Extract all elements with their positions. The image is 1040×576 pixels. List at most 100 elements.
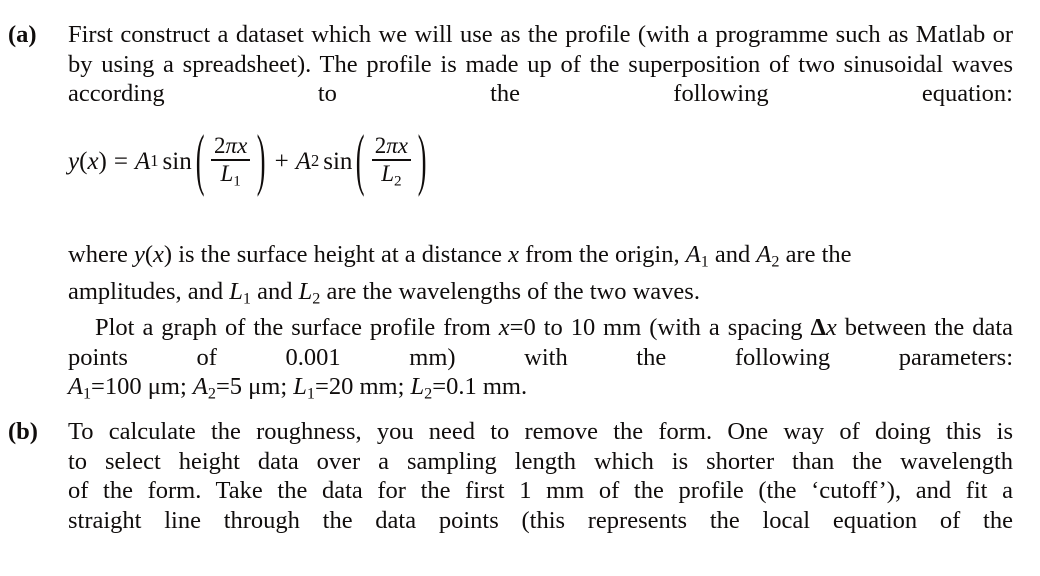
where-sub-L1: 1 xyxy=(242,290,251,308)
param-A1-value: 100 xyxy=(104,373,142,400)
term2-paren-open: ( xyxy=(356,124,365,199)
item-b-body: To calculate the roughness, you need to … xyxy=(68,417,1013,535)
item-b-line-3-number: 1 xyxy=(519,477,532,504)
where-line2-seg-3: are the wavelengths of the two waves. xyxy=(320,278,700,306)
equation-lhs-function: y xyxy=(68,147,80,175)
param-L2-value: 0.1 xyxy=(446,373,477,400)
equation-equals-sign: = xyxy=(113,147,128,175)
plot-var-x: x xyxy=(498,314,510,341)
param-L1-separator: ; xyxy=(397,373,405,400)
where-var-A2: A xyxy=(756,241,772,268)
param-A2-symbol: A xyxy=(192,373,208,400)
item-a-line-1: First construct a dataset which we will … xyxy=(68,21,881,48)
where-var-x-2: x xyxy=(508,241,520,268)
term2-numerator-variable: x xyxy=(397,133,409,158)
item-a-body: First construct a dataset which we will … xyxy=(68,20,1013,109)
term2-sin-label: sin xyxy=(323,147,353,175)
exercise-item-b: (b) To calculate the roughness, you need… xyxy=(8,417,1013,535)
equation-term-1: A1 sin ( 2πx L1 ) xyxy=(134,127,268,196)
document-page: (a) First construct a dataset which we w… xyxy=(0,0,1040,576)
where-seg-1: where xyxy=(68,241,134,268)
term2-numerator-pi: π xyxy=(386,133,398,158)
term2-fraction: 2πx L2 xyxy=(371,133,412,189)
term2-numerator: 2πx xyxy=(372,133,411,159)
where-paren-close: ) xyxy=(163,241,173,268)
where-var-L1: L xyxy=(229,278,243,306)
exercise-item-a: (a) First construct a dataset which we w… xyxy=(8,20,1013,109)
param-A1-equals: = xyxy=(91,373,105,400)
equation-lhs-variable: x xyxy=(87,147,99,175)
where-line2-seg-1: amplitudes, and xyxy=(68,278,230,306)
item-b-line-3-seg-1: of the form. Take the data for the first xyxy=(68,477,520,504)
term1-sin-label: sin xyxy=(162,147,192,175)
term1-numerator-pi: π xyxy=(225,133,238,158)
term2-numerator-coefficient: 2 xyxy=(374,133,387,158)
term1-fraction: 2πx L1 xyxy=(211,133,251,189)
param-L2-equals: = xyxy=(432,373,447,400)
param-A1-unit: μm xyxy=(147,373,180,400)
plot-delta-symbol: Δ xyxy=(810,314,826,341)
param-L1-subscript: 1 xyxy=(306,385,315,403)
where-var-A1: A xyxy=(685,241,701,268)
where-var-y: y xyxy=(133,241,145,268)
item-b-line-3-seg-2: mm of the profile (the ‘cutoff’), and fi… xyxy=(531,477,1013,504)
term1-paren-close: ) xyxy=(257,124,266,199)
param-A1-subscript: 1 xyxy=(82,385,92,403)
term1-numerator-variable: x xyxy=(237,133,248,158)
param-L2-separator: . xyxy=(520,373,528,400)
item-b-line-1: To calculate the roughness, you need to … xyxy=(68,418,1013,445)
param-A1-symbol: A xyxy=(68,373,83,400)
term2-paren-close: ) xyxy=(417,124,427,199)
term2-denominator-symbol: L xyxy=(381,160,394,186)
equation-term-2: A2 sin ( 2πx L2 ) xyxy=(296,127,429,196)
where-sub-A1: 1 xyxy=(700,253,709,271)
param-L1-equals: = xyxy=(315,373,329,400)
term1-numerator: 2πx xyxy=(211,133,250,159)
where-paragraph-text: where y(x) is the surface height at a di… xyxy=(68,240,1013,314)
term1-amplitude-subscript: 1 xyxy=(150,151,159,171)
param-L1-symbol: L xyxy=(293,373,307,400)
term1-amplitude: A xyxy=(134,147,151,175)
term1-denominator: L1 xyxy=(217,161,243,189)
equation-plus-sign: + xyxy=(274,147,289,175)
term1-denominator-subscript: 1 xyxy=(233,171,241,189)
where-seg-5: are the xyxy=(779,241,852,268)
equation-lhs-paren-close: ) xyxy=(98,147,107,175)
param-L1-unit: mm xyxy=(359,373,398,400)
term1-numerator-coefficient: 2 xyxy=(214,133,226,158)
where-line2-seg-2: and xyxy=(250,278,299,306)
where-seg-4: and xyxy=(708,241,757,268)
plot-delta-variable: x xyxy=(825,314,837,341)
plot-value-zero: 0 xyxy=(523,314,536,341)
item-b-line-2: to select height data over a sampling le… xyxy=(68,447,1013,475)
term1-denominator-symbol: L xyxy=(220,160,234,186)
plot-seg-2: to 10 mm (with a spacing xyxy=(535,314,811,341)
param-A2-value: 5 xyxy=(229,373,243,400)
term2-amplitude-subscript: 2 xyxy=(311,151,320,171)
param-A2-equals: = xyxy=(215,373,230,400)
item-a-label: (a) xyxy=(8,21,37,48)
where-paren-open: ( xyxy=(144,241,154,268)
equation-lhs: y(x) xyxy=(68,149,107,174)
param-A1-separator: ; xyxy=(179,373,187,400)
param-L2-unit: mm xyxy=(482,373,521,400)
plot-seg-1: Plot a graph of the surface profile from xyxy=(95,314,499,341)
param-L1-value: 20 xyxy=(328,373,354,400)
term1-paren-open: ( xyxy=(195,124,205,199)
where-var-x: x xyxy=(153,241,164,268)
item-b-label: (b) xyxy=(8,418,38,445)
param-A2-unit: μm xyxy=(248,373,281,400)
where-var-L2: L xyxy=(298,278,313,306)
where-seg-3: from the origin, xyxy=(519,241,686,268)
where-paragraph: where y(x) is the surface height at a di… xyxy=(68,240,1013,314)
param-A2-separator: ; xyxy=(280,373,288,400)
item-b-line-4: straight line through the data points (t… xyxy=(68,506,1013,534)
where-seg-2: is the surface height at a distance xyxy=(172,241,509,268)
superposition-equation: y(x) = A1 sin ( 2πx L1 ) + A2 sin ( 2πx xyxy=(68,127,429,196)
plot-instruction-paragraph: Plot a graph of the surface profile from… xyxy=(68,313,1013,409)
parameters-line: A1=100 μm; A2=5 μm; L1=20 mm; L2=0.1 mm. xyxy=(68,372,1013,409)
plot-equals: = xyxy=(509,314,524,341)
param-A2-subscript: 2 xyxy=(207,385,216,403)
term2-denominator: L2 xyxy=(378,161,404,189)
plot-paragraph-line-group: Plot a graph of the surface profile from… xyxy=(68,313,1013,372)
